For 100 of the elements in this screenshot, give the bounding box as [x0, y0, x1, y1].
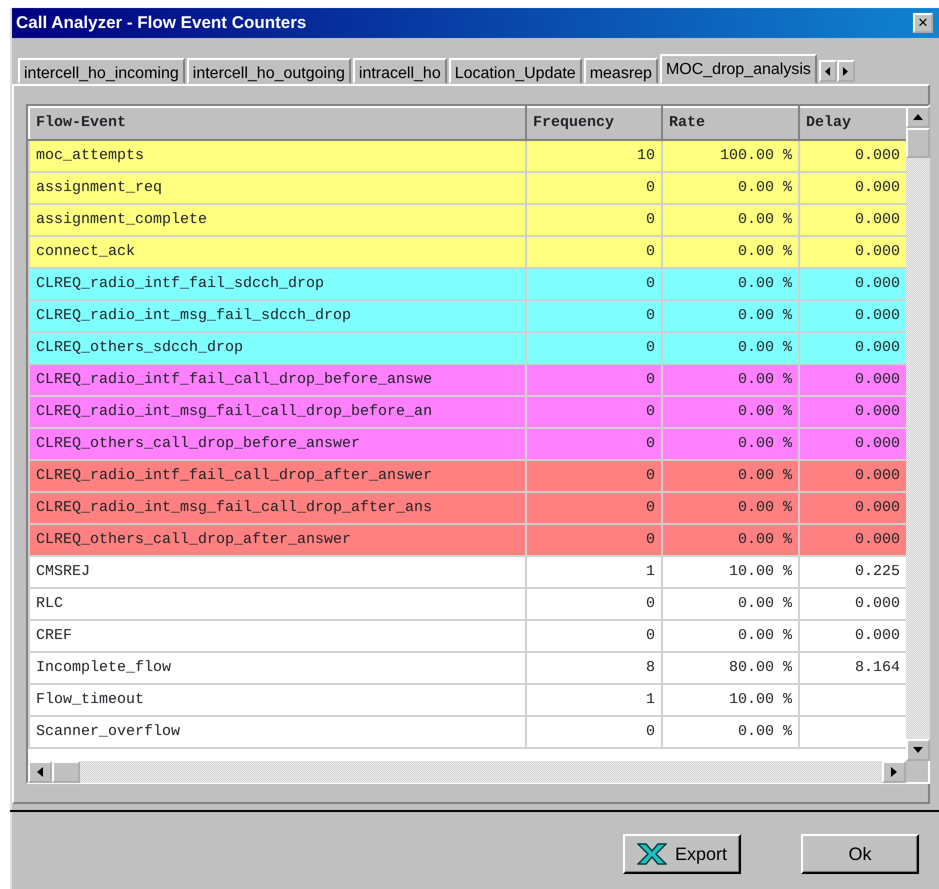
table-cell: 0	[526, 492, 662, 524]
tab-scroll-left-button[interactable]	[818, 60, 837, 82]
table-cell: CLREQ_others_call_drop_before_answer	[29, 428, 526, 460]
table-cell: 0	[526, 716, 662, 748]
table-cell: assignment_complete	[29, 204, 526, 236]
table-cell: 8.164	[799, 652, 906, 684]
table-cell: 0.000	[799, 172, 906, 204]
table-cell: 10.00 %	[662, 556, 799, 588]
table-cell: 10	[526, 140, 662, 172]
table-cell: 0.000	[799, 236, 906, 268]
column-header[interactable]: Rate	[662, 107, 799, 140]
table-cell: CLREQ_radio_int_msg_fail_call_drop_before_an	[29, 396, 526, 428]
tab[interactable]: intercell_ho_outgoing	[186, 58, 351, 84]
table-cell: 0.000	[799, 492, 906, 524]
column-header[interactable]: Frequency	[526, 107, 662, 140]
tab[interactable]: intracell_ho	[352, 58, 447, 84]
table-cell: 0	[526, 204, 662, 236]
ok-button[interactable]: Ok	[801, 834, 919, 874]
column-header[interactable]: Delay	[799, 107, 906, 140]
table-cell: CREF	[29, 620, 526, 652]
spreadsheet-icon	[636, 843, 667, 865]
table-cell: 0	[526, 460, 662, 492]
table-cell: 0.000	[799, 300, 906, 332]
table-cell: 0	[526, 524, 662, 556]
left-arrow-icon	[825, 66, 830, 76]
table-cell: 80.00 %	[662, 652, 799, 684]
table-cell: 0.000	[799, 204, 906, 236]
table-cell: 0	[526, 588, 662, 620]
table-cell: 0.000	[799, 268, 906, 300]
table-cell: 0.00 %	[662, 364, 799, 396]
table-cell: CLREQ_others_call_drop_after_answer	[29, 524, 526, 556]
table-cell: CLREQ_radio_int_msg_fail_sdcch_drop	[29, 300, 526, 332]
table-cell: 0	[526, 620, 662, 652]
table-cell: 0.00 %	[662, 172, 799, 204]
table-cell: 0	[526, 396, 662, 428]
scroll-up-button[interactable]	[906, 106, 930, 128]
table-cell: 0.00 %	[662, 524, 799, 556]
table-cell: CLREQ_radio_intf_fail_call_drop_before_answe	[29, 364, 526, 396]
table-cell: 0.000	[799, 588, 906, 620]
table-cell: 0.00 %	[662, 492, 799, 524]
table-cell: CLREQ_radio_int_msg_fail_call_drop_after_ans	[29, 492, 526, 524]
scroll-down-button[interactable]	[906, 739, 930, 761]
table-cell: Flow_timeout	[29, 684, 526, 716]
table-cell: 8	[526, 652, 662, 684]
right-arrow-icon	[891, 767, 897, 777]
table-cell: 0.00 %	[662, 620, 799, 652]
tab[interactable]: intercell_ho_incoming	[18, 58, 185, 84]
right-arrow-icon	[843, 66, 848, 76]
table-cell: 0.000	[799, 364, 906, 396]
horizontal-scrollbar[interactable]	[28, 761, 906, 783]
export-button[interactable]: Export	[623, 834, 741, 874]
table-cell: 0.000	[799, 524, 906, 556]
table-cell: 0.00 %	[662, 204, 799, 236]
table-cell: Incomplete_flow	[29, 652, 526, 684]
table-cell: 0.00 %	[662, 268, 799, 300]
table-cell: 0	[526, 268, 662, 300]
table-cell: 0.000	[799, 620, 906, 652]
table-cell: 1	[526, 556, 662, 588]
table-cell: 1	[526, 684, 662, 716]
table-cell: 0.00 %	[662, 332, 799, 364]
left-arrow-icon	[37, 767, 43, 777]
scroll-thumb[interactable]	[52, 761, 80, 783]
up-arrow-icon	[913, 114, 923, 120]
table-cell: CLREQ_others_sdcch_drop	[29, 332, 526, 364]
tab[interactable]: measrep	[584, 58, 658, 84]
table-cell: 0.00 %	[662, 460, 799, 492]
table-cell: 0	[526, 364, 662, 396]
table-cell: CMSREJ	[29, 556, 526, 588]
scroll-left-button[interactable]	[28, 761, 52, 783]
table-cell: 10.00 %	[662, 684, 799, 716]
table-cell: 0	[526, 428, 662, 460]
table-cell: CLREQ_radio_intf_fail_sdcch_drop	[29, 268, 526, 300]
window-title: Call Analyzer - Flow Event Counters	[16, 12, 306, 34]
table-cell: 100.00 %	[662, 140, 799, 172]
down-arrow-icon	[913, 747, 923, 753]
tab[interactable]: MOC_drop_analysis	[660, 54, 817, 84]
vertical-scrollbar[interactable]	[906, 106, 930, 761]
tab[interactable]: Location_Update	[448, 58, 582, 84]
column-header[interactable]: Flow-Event	[29, 107, 526, 140]
table-cell: 0.000	[799, 396, 906, 428]
scroll-thumb[interactable]	[906, 128, 930, 158]
table-cell: assignment_req	[29, 172, 526, 204]
table-cell: 0	[526, 172, 662, 204]
table-cell: 0.00 %	[662, 588, 799, 620]
table-cell: 0.000	[799, 140, 906, 172]
table-cell: 0	[526, 300, 662, 332]
table-cell: 0.000	[799, 428, 906, 460]
table-cell: 0.00 %	[662, 300, 799, 332]
table-cell: 0.00 %	[662, 396, 799, 428]
tab-scroll-right-button[interactable]	[836, 60, 855, 82]
table-cell: 0.000	[799, 332, 906, 364]
table-cell: 0.00 %	[662, 236, 799, 268]
scroll-right-button[interactable]	[882, 761, 906, 783]
table-cell: connect_ack	[29, 236, 526, 268]
table-cell: RLC	[29, 588, 526, 620]
table-cell: moc_attempts	[29, 140, 526, 172]
table-cell: 0.225	[799, 556, 906, 588]
table-cell: Scanner_overflow	[29, 716, 526, 748]
table-cell: 0.00 %	[662, 716, 799, 748]
close-button[interactable]: ×	[913, 13, 933, 33]
